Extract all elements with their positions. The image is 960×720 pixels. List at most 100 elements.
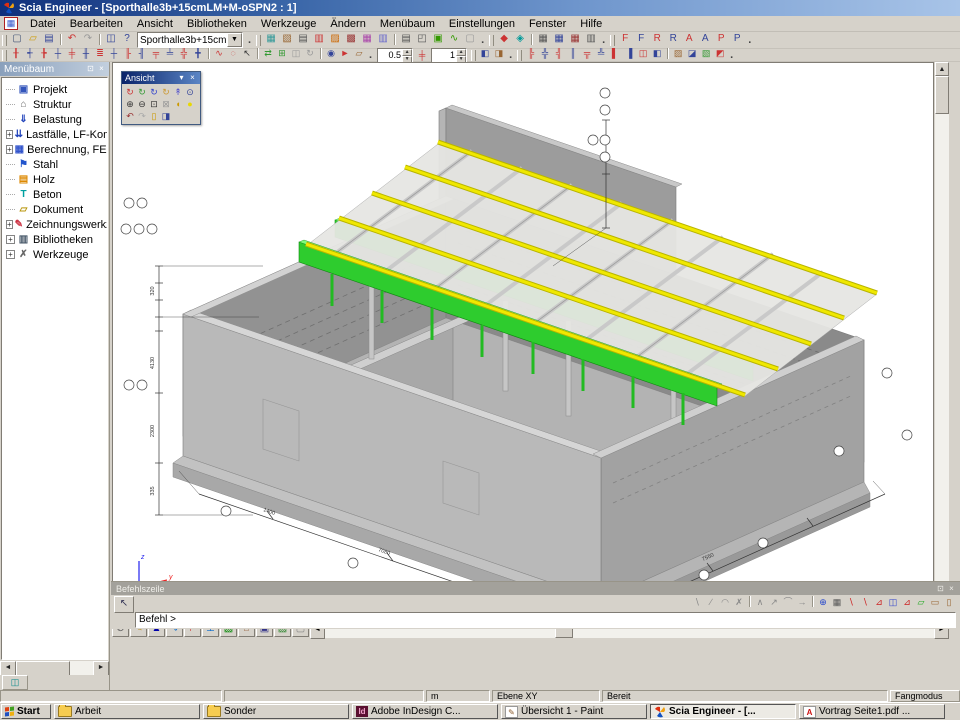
gallery-icon[interactable]: ▣ [430, 32, 446, 45]
light-bulb-icon[interactable]: ● [184, 98, 196, 110]
save-project-icon[interactable]: ▤ [41, 32, 57, 45]
snap-orthogonal-icon[interactable]: ◫ [886, 596, 900, 609]
start-button[interactable]: Start [1, 704, 51, 719]
add-column-icon[interactable]: ╂ [9, 48, 23, 59]
document-icon[interactable]: ▩ [343, 32, 359, 45]
view-front-icon[interactable]: F [617, 32, 633, 45]
calculator-icon[interactable]: ▥ [311, 32, 327, 45]
hatch-4-icon[interactable]: ◩ [713, 48, 727, 59]
accelerate-icon[interactable]: ◆ [496, 32, 512, 45]
sidebar-item-struktur[interactable]: ⌂Struktur [4, 97, 107, 112]
layer-current-icon[interactable]: ◧ [478, 48, 492, 59]
print-icon[interactable]: ▤ [398, 32, 414, 45]
table-extra-icon[interactable]: ▥ [583, 32, 599, 45]
table-editor-icon[interactable]: ▦ [359, 32, 375, 45]
menu-bibliotheken[interactable]: Bibliotheken [180, 17, 254, 31]
paper-space-icon[interactable]: ▢ [462, 32, 478, 45]
add-subsoil-icon[interactable]: ╤ [149, 48, 163, 59]
rotate-z-icon[interactable]: ↻ [148, 86, 160, 98]
sidebar-item-projekt[interactable]: ▣Projekt [4, 82, 107, 97]
spinner-up-icon[interactable]: ▲ [456, 49, 466, 56]
object-info-icon[interactable]: ◈ [512, 32, 528, 45]
view-left-icon[interactable]: R [649, 32, 665, 45]
sidebar-item-lastf-lle-lf-kombination[interactable]: +⇊Lastfälle, LF-Kombination [4, 127, 107, 142]
snap-cursor-icon[interactable]: ⊕ [816, 596, 830, 609]
3d-viewport[interactable]: 4130 2300 335 320 1400 7080 2400 7550 [112, 62, 934, 620]
close-icon[interactable]: × [187, 73, 198, 83]
view-palette-header[interactable]: Ansicht ▾ × [122, 72, 200, 84]
pin-icon[interactable]: ⊡ [85, 64, 96, 74]
member-1d-icon[interactable]: ╠ [524, 48, 538, 59]
zoom-out-icon[interactable]: ⊖ [136, 98, 148, 110]
load-panel-icon[interactable]: ▱ [352, 48, 366, 59]
redo-icon[interactable]: ↷ [80, 32, 96, 45]
snap-edge-icon[interactable]: ⊿ [900, 596, 914, 609]
paint-bucket-icon[interactable]: ◖ [172, 98, 184, 110]
add-beam-icon[interactable]: ┽ [23, 48, 37, 59]
snap-arc-icon[interactable]: ◠ [718, 596, 732, 609]
new-window-icon[interactable]: ◫ [103, 32, 119, 45]
taskbar-task-bersicht-1-paint[interactable]: ✎Übersicht 1 - Paint [501, 704, 647, 719]
document-icon[interactable]: ▦ [4, 17, 18, 30]
add-cross-link-icon[interactable]: ╋ [191, 48, 205, 59]
add-haunch-icon[interactable]: ╫ [79, 48, 93, 59]
previous-view-icon[interactable]: ↶ [124, 110, 136, 122]
sidebar-item-stahl[interactable]: ⚑Stahl [4, 157, 107, 172]
toolbar-overflow[interactable]: . [506, 49, 515, 61]
print-preview-icon[interactable]: ◰ [414, 32, 430, 45]
add-wall-icon[interactable]: ┼ [51, 48, 65, 59]
taskbar-task-adobe-indesign-c[interactable]: IdAdobe InDesign C... [352, 704, 498, 719]
snap-box-icon[interactable]: ▭ [928, 596, 942, 609]
scroll-right-icon[interactable]: ► [93, 661, 109, 676]
view-palette[interactable]: Ansicht ▾ × ↻↻↻↻↟⊙ ⊕⊖⊡⊠◖● ↶↷▯◨ [121, 71, 201, 125]
section-view-icon[interactable]: ◫ [636, 48, 650, 59]
next-view-icon[interactable]: ↷ [136, 110, 148, 122]
view-iso-icon[interactable]: P [729, 32, 745, 45]
chevron-down-icon[interactable]: ▼ [227, 33, 242, 47]
diagram-icon[interactable]: ∿ [446, 32, 462, 45]
snap-leader-icon[interactable]: → [795, 596, 809, 609]
toolbar-grip[interactable] [489, 35, 494, 46]
scroll-left-icon[interactable]: ◄ [0, 661, 16, 676]
zoom-all-icon[interactable]: ⊠ [160, 98, 172, 110]
menu-einstellungen[interactable]: Einstellungen [442, 17, 522, 31]
add-mesh-icon[interactable]: ╬ [177, 48, 191, 59]
toolbar-overflow[interactable]: . [478, 34, 487, 46]
cursor-mode-button[interactable]: ↖ [114, 596, 134, 613]
add-hinge-icon[interactable]: ╢ [135, 48, 149, 59]
expand-icon[interactable]: + [6, 220, 13, 229]
member-2d-icon[interactable]: ╬ [538, 48, 552, 59]
snap-intersection-icon[interactable]: ⊿ [872, 596, 886, 609]
snap-midpoint-icon[interactable]: ∖ [858, 596, 872, 609]
snap-vector-icon[interactable]: ↗ [767, 596, 781, 609]
add-rib-icon[interactable]: ╪ [65, 48, 79, 59]
add-plate-icon[interactable]: ╊ [37, 48, 51, 59]
sidebar-item-werkzeuge[interactable]: +✗Werkzeuge [4, 247, 107, 262]
member-top-icon[interactable]: ╦ [580, 48, 594, 59]
view-bottom-icon[interactable]: A [697, 32, 713, 45]
status-units[interactable]: m [426, 690, 490, 702]
pick-select-icon[interactable]: ↖ [240, 48, 254, 59]
view-right-icon[interactable]: R [665, 32, 681, 45]
expand-icon[interactable]: + [6, 145, 13, 154]
rotate-icon[interactable]: ↻ [303, 48, 317, 59]
toolbar-overflow[interactable]: . [599, 34, 608, 46]
toolbar-overflow[interactable]: . [727, 49, 736, 61]
snap-grid-icon[interactable]: ▦ [830, 596, 844, 609]
mirror-icon[interactable]: ◫ [289, 48, 303, 59]
visibility-icon[interactable]: ◉ [324, 48, 338, 59]
clip-box-icon[interactable]: ▯ [148, 110, 160, 122]
toolbar-grip[interactable] [471, 50, 476, 61]
hatch-3-icon[interactable]: ▧ [699, 48, 713, 59]
expand-icon[interactable]: + [6, 235, 15, 244]
polyline-icon[interactable]: ∿ [212, 48, 226, 59]
snap-cross-icon[interactable]: ∕ [704, 596, 718, 609]
table-input-icon[interactable]: ▦ [551, 32, 567, 45]
sidebar-item-dokument[interactable]: ▱Dokument [4, 202, 107, 217]
menu-ndern[interactable]: Ändern [323, 17, 372, 31]
half-left-icon[interactable]: ▌ [608, 48, 622, 59]
taskbar-task-vortrag-seite1-pdf[interactable]: AVortrag Seite1.pdf ... [799, 704, 945, 719]
view-top-icon[interactable]: A [681, 32, 697, 45]
scrollbar-thumb[interactable] [16, 661, 70, 676]
taskbar-task-sonder[interactable]: Sonder [203, 704, 349, 719]
